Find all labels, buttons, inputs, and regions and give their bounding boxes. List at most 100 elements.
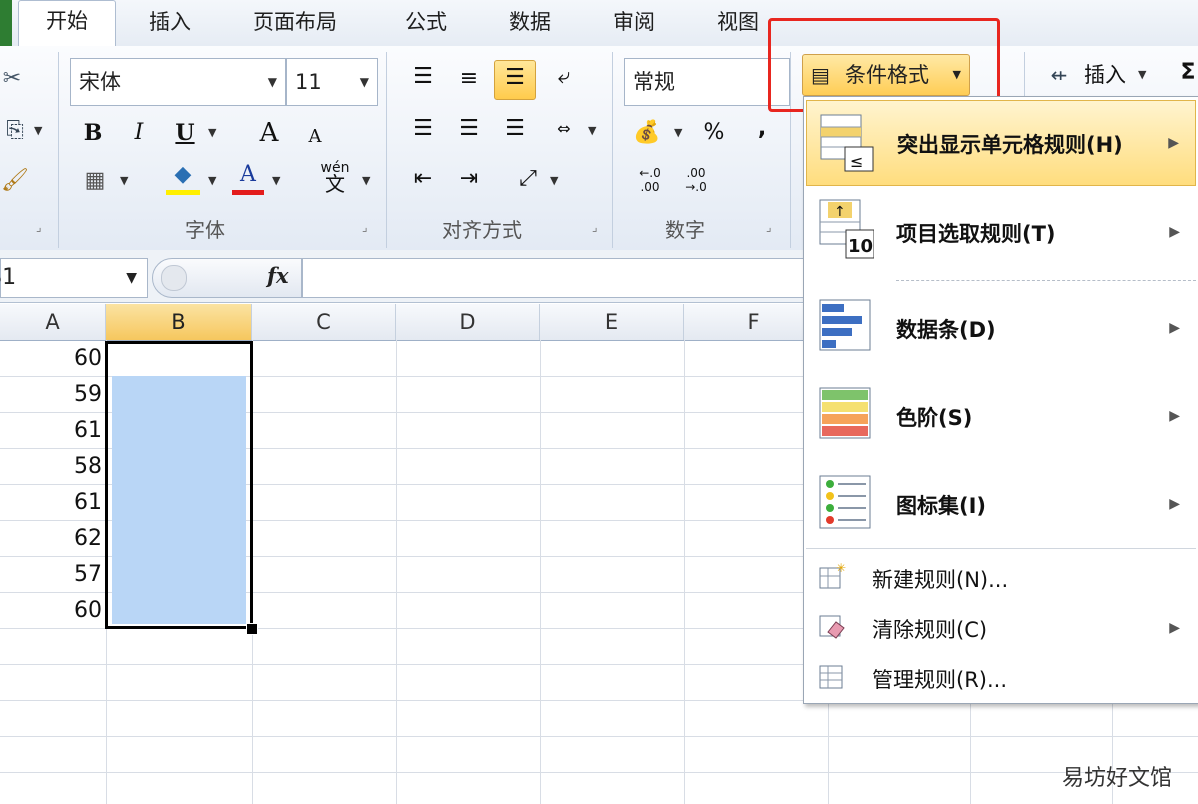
new-rule-icon: ✳ — [819, 562, 846, 589]
alignment-launcher-icon[interactable]: ⌟ — [592, 220, 598, 234]
underline-button[interactable]: U — [168, 116, 202, 150]
format-painter-icon[interactable]: 🖌 — [0, 164, 30, 198]
column-header-a[interactable]: A — [0, 304, 106, 340]
tab-view[interactable]: 视图 — [700, 4, 776, 44]
orientation-icon[interactable]: ⤢ — [510, 162, 546, 196]
tab-insert[interactable]: 插入 — [132, 4, 208, 44]
borders-dropdown-icon[interactable]: ▼ — [120, 174, 128, 187]
comma-button[interactable]: , — [750, 112, 774, 146]
submenu-arrow-icon: ▶ — [1169, 320, 1180, 336]
alignment-group-label: 对齐方式 — [442, 218, 522, 242]
italic-button[interactable]: I — [122, 116, 156, 150]
grow-font-button[interactable]: A — [252, 116, 286, 150]
selection-border[interactable] — [105, 341, 253, 629]
formula-button-area: fx — [152, 258, 302, 298]
submenu-arrow-icon: ▶ — [1169, 408, 1180, 424]
menu-item-label: 清除规则(C) — [872, 618, 988, 642]
menu-item-icon-sets[interactable]: 图标集(I) ▶ — [806, 462, 1196, 548]
font-color-dropdown-icon[interactable]: ▼ — [272, 174, 280, 187]
bold-button[interactable]: B — [76, 116, 110, 150]
align-top-icon[interactable]: ☰ — [404, 60, 442, 94]
align-right-icon[interactable]: ☰ — [496, 112, 534, 146]
cut-icon[interactable]: ✂ — [0, 62, 24, 96]
resize-handle[interactable] — [161, 265, 187, 291]
menu-separator — [896, 280, 1196, 281]
autosum-button[interactable]: Σ — [1178, 56, 1198, 90]
copy-dropdown-icon[interactable]: ▼ — [34, 124, 42, 137]
number-launcher-icon[interactable]: ⌟ — [766, 220, 772, 234]
tab-formulas[interactable]: 公式 — [388, 4, 464, 44]
tab-home[interactable]: 开始 — [18, 0, 116, 47]
column-header-d[interactable]: D — [396, 304, 540, 340]
align-bottom-icon[interactable]: ☰ — [494, 60, 536, 100]
column-header-e[interactable]: E — [540, 304, 684, 340]
menu-item-label: 项目选取规则(T) — [896, 222, 1056, 246]
font-launcher-icon[interactable]: ⌟ — [362, 220, 368, 234]
submenu-arrow-icon: ▶ — [1169, 224, 1180, 240]
column-header-c[interactable]: C — [252, 304, 396, 340]
increase-decimal-button[interactable]: ←.0 .00 — [630, 166, 670, 194]
underline-dropdown-icon[interactable]: ▼ — [208, 126, 216, 139]
menu-item-manage-rules[interactable]: 管理规则(R)... — [806, 656, 1196, 700]
menu-item-color-scales[interactable]: 色阶(S) ▶ — [806, 374, 1196, 460]
cell-a8[interactable]: 60 — [0, 593, 102, 629]
insert-function-button[interactable]: fx — [267, 263, 289, 288]
phonetic-dropdown-icon[interactable]: ▼ — [362, 174, 370, 187]
chevron-down-icon: ▼ — [126, 270, 137, 286]
cell-a5[interactable]: 61 — [0, 485, 102, 521]
merge-center-icon[interactable]: ⇔ — [546, 112, 582, 146]
phonetic-button[interactable]: wén 文 — [316, 160, 354, 195]
font-size-combo[interactable]: 11 ▼ — [286, 58, 378, 106]
insert-dropdown-icon[interactable]: ▼ — [1138, 68, 1146, 81]
tab-data[interactable]: 数据 — [492, 4, 568, 44]
fill-color-dropdown-icon[interactable]: ▼ — [208, 174, 216, 187]
clipboard-launcher-icon[interactable]: ⌟ — [36, 220, 42, 234]
menu-item-label: 色阶(S) — [896, 406, 973, 430]
fill-handle[interactable] — [246, 623, 258, 635]
tab-review[interactable]: 审阅 — [596, 4, 672, 44]
borders-icon[interactable]: ▦ — [78, 164, 112, 198]
menu-item-highlight-cells-rules[interactable]: ≤ 突出显示单元格规则(H) ▶ — [806, 100, 1196, 186]
align-middle-icon[interactable]: ≡ — [450, 62, 488, 96]
insert-cells-button[interactable]: 插入 — [1080, 58, 1130, 92]
menu-item-clear-rules[interactable]: 清除规则(C) ▶ — [806, 606, 1196, 650]
shrink-font-button[interactable]: A — [300, 120, 330, 154]
cell-a7[interactable]: 57 — [0, 557, 102, 593]
submenu-arrow-icon: ▶ — [1168, 135, 1179, 151]
column-header-b[interactable]: B — [106, 304, 252, 340]
name-box[interactable]: B1 ▼ — [0, 258, 148, 298]
font-group-label: 字体 — [185, 218, 225, 242]
file-tab-edge[interactable] — [0, 0, 12, 46]
fill-color-icon[interactable]: ◆ — [166, 160, 200, 195]
number-format-combo[interactable]: 常规 — [624, 58, 790, 106]
tab-page-layout[interactable]: 页面布局 — [240, 4, 350, 44]
decrease-indent-icon[interactable]: ⇤ — [404, 162, 442, 196]
decrease-decimal-button[interactable]: .00 →.0 — [676, 166, 716, 194]
data-bars-icon — [819, 299, 871, 351]
menu-item-label: 新建规则(N)... — [872, 568, 1009, 592]
currency-icon[interactable]: 💰 — [630, 116, 664, 150]
merge-dropdown-icon[interactable]: ▼ — [588, 124, 596, 137]
font-color-button[interactable]: A — [232, 160, 264, 195]
increase-indent-icon[interactable]: ⇥ — [450, 162, 488, 196]
copy-icon[interactable]: ⎘ — [0, 114, 30, 148]
cell-a4[interactable]: 58 — [0, 449, 102, 485]
insert-cells-icon[interactable]: ⇷ — [1040, 58, 1078, 92]
menu-item-top-bottom-rules[interactable]: ↑ 10 项目选取规则(T) ▶ — [806, 188, 1196, 274]
currency-dropdown-icon[interactable]: ▼ — [674, 126, 682, 139]
menu-item-new-rule[interactable]: ✳ 新建规则(N)... — [806, 556, 1196, 600]
align-center-icon[interactable]: ☰ — [450, 112, 488, 146]
cell-a6[interactable]: 62 — [0, 521, 102, 557]
cell-a1[interactable]: 60 — [0, 341, 102, 377]
wrap-text-icon[interactable]: ⤶ — [546, 60, 582, 94]
percent-button[interactable]: % — [696, 116, 732, 150]
menu-item-data-bars[interactable]: 数据条(D) ▶ — [806, 286, 1196, 372]
font-name-combo[interactable]: 宋体 ▼ — [70, 58, 286, 106]
watermark-text: 易坊好文馆 — [1061, 766, 1172, 791]
align-left-icon[interactable]: ☰ — [404, 112, 442, 146]
cell-a3[interactable]: 61 — [0, 413, 102, 449]
number-group-label: 数字 — [665, 218, 705, 242]
highlight-cells-icon: ≤ — [820, 114, 874, 172]
cell-a2[interactable]: 59 — [0, 377, 102, 413]
orientation-dropdown-icon[interactable]: ▼ — [550, 174, 558, 187]
